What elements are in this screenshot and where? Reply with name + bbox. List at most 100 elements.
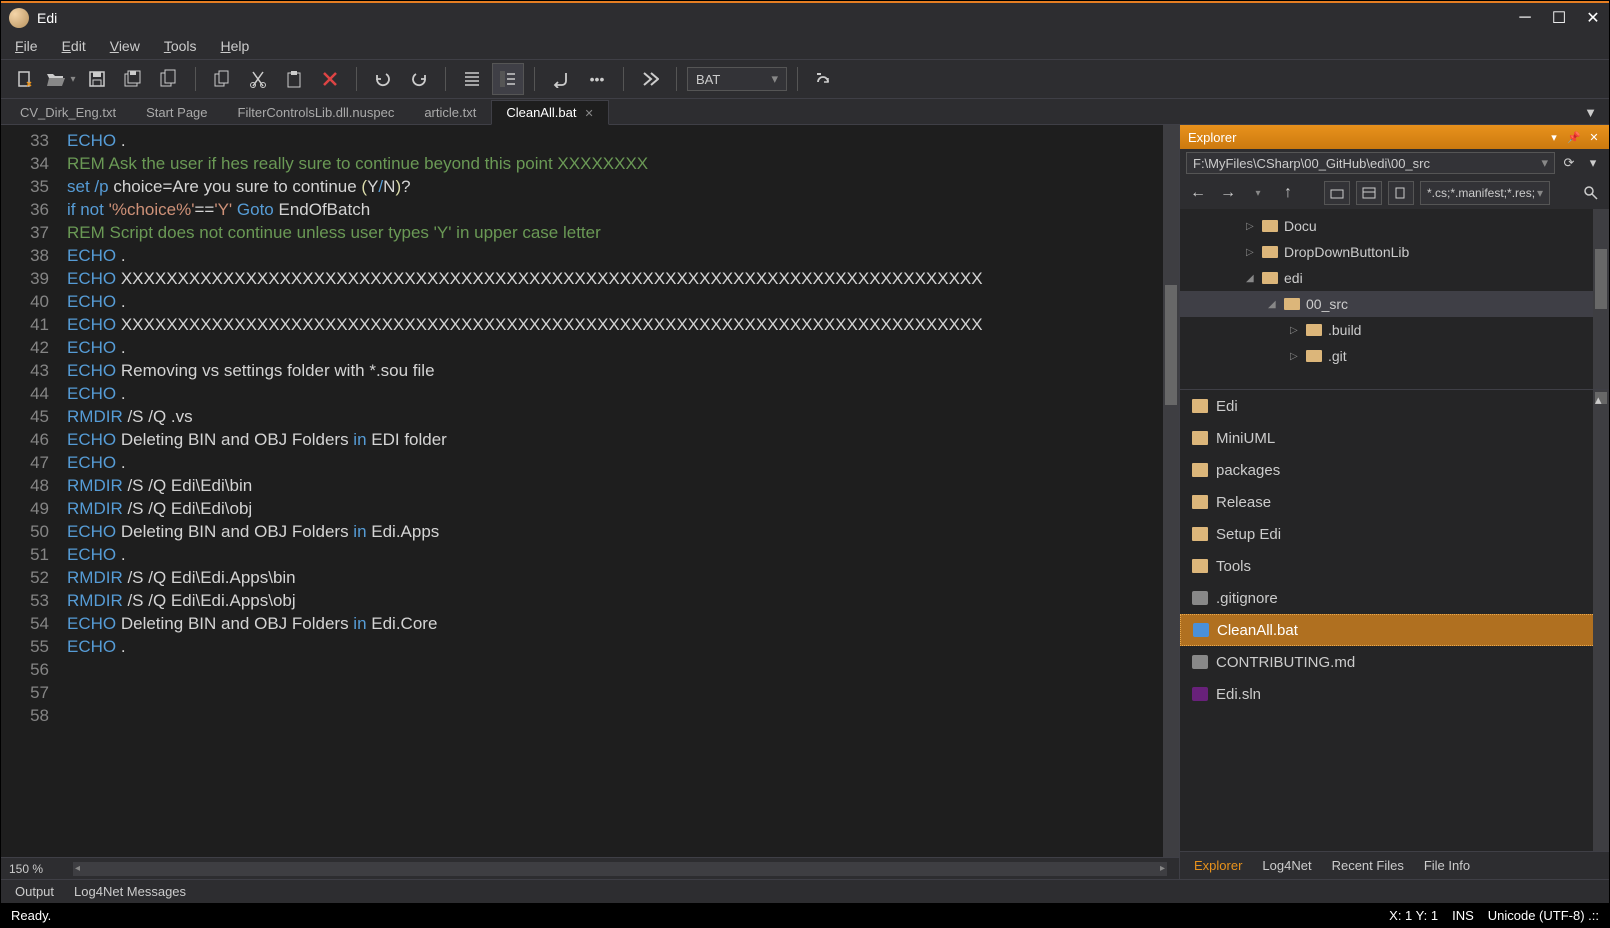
tree-label: .build xyxy=(1328,322,1361,338)
cut-button[interactable] xyxy=(242,63,274,95)
path-dropdown-icon[interactable]: ▾ xyxy=(1583,153,1603,173)
editor-vscrollbar[interactable] xyxy=(1163,125,1179,857)
copy-button[interactable] xyxy=(206,63,238,95)
file-item-setup-edi[interactable]: Setup Edi xyxy=(1180,518,1609,550)
wordwrap-button[interactable] xyxy=(545,63,577,95)
tree-item-edi[interactable]: ◢edi xyxy=(1180,265,1609,291)
forward-button[interactable]: → xyxy=(1216,181,1240,205)
redo-button[interactable] xyxy=(403,63,435,95)
close-button[interactable]: ✕ xyxy=(1585,10,1601,26)
save-button[interactable] xyxy=(81,63,113,95)
panel-tab-recent-files[interactable]: Recent Files xyxy=(1322,854,1414,877)
new-file-button[interactable] xyxy=(9,63,41,95)
path-input[interactable]: F:\MyFiles\CSharp\00_GitHub\edi\00_src xyxy=(1186,152,1555,174)
maximize-button[interactable]: ☐ xyxy=(1551,10,1567,26)
bottom-tab-log4net-messages[interactable]: Log4Net Messages xyxy=(64,881,196,902)
panel-tab-explorer[interactable]: Explorer xyxy=(1184,854,1252,877)
editor-body[interactable]: 3334353637383940414243444546474849505152… xyxy=(1,125,1179,857)
delete-button[interactable] xyxy=(314,63,346,95)
view-folder-button[interactable] xyxy=(1324,181,1350,205)
toolbar-separator xyxy=(676,67,677,91)
document-tabs: CV_Dirk_Eng.txtStart PageFilterControlsL… xyxy=(1,99,1609,125)
expander-icon[interactable]: ▷ xyxy=(1290,351,1302,362)
toggle-button[interactable] xyxy=(808,63,840,95)
file-item-edi[interactable]: Edi xyxy=(1180,390,1609,422)
close-panel-icon[interactable]: ✕ xyxy=(1587,130,1601,144)
file-item-release[interactable]: Release xyxy=(1180,486,1609,518)
menu-tools[interactable]: Tools xyxy=(154,35,207,57)
justify-button[interactable] xyxy=(456,63,488,95)
copy-file-button[interactable] xyxy=(153,63,185,95)
dropdown-icon[interactable]: ▾ xyxy=(1547,130,1561,144)
minimize-button[interactable]: ─ xyxy=(1517,10,1533,26)
file-icon xyxy=(1192,655,1208,669)
tab-cleanall-bat[interactable]: CleanAll.bat✕ xyxy=(491,100,608,125)
zoom-level[interactable]: 150 % xyxy=(9,862,69,876)
file-item-cleanall-bat[interactable]: CleanAll.bat xyxy=(1180,614,1609,646)
expander-icon[interactable]: ▷ xyxy=(1290,325,1302,336)
editor-hscrollbar[interactable] xyxy=(73,862,1167,876)
panel-tab-file-info[interactable]: File Info xyxy=(1414,854,1480,877)
tree-item-00-src[interactable]: ◢00_src xyxy=(1180,291,1609,317)
file-item-packages[interactable]: packages xyxy=(1180,454,1609,486)
folder-icon xyxy=(1262,220,1278,232)
file-item-contributing-md[interactable]: CONTRIBUTING.md xyxy=(1180,646,1609,678)
expander-icon[interactable]: ▷ xyxy=(1246,247,1258,258)
tab-start-page[interactable]: Start Page xyxy=(131,100,222,124)
menu-view[interactable]: View xyxy=(100,35,150,57)
run-button[interactable] xyxy=(634,63,666,95)
tree-label: DropDownButtonLib xyxy=(1284,244,1409,260)
tree-item--git[interactable]: ▷.git xyxy=(1180,343,1609,369)
tree-vscrollbar[interactable] xyxy=(1593,209,1609,389)
expander-icon[interactable]: ▷ xyxy=(1246,221,1258,232)
code-area[interactable]: ECHO .REM Ask the user if hes really sur… xyxy=(61,125,1163,857)
refresh-icon[interactable]: ⟳ xyxy=(1559,153,1579,173)
filelist-vscrollbar[interactable]: ▴ xyxy=(1593,390,1609,851)
undo-button[interactable] xyxy=(367,63,399,95)
paste-button[interactable] xyxy=(278,63,310,95)
file-item-tools[interactable]: Tools xyxy=(1180,550,1609,582)
folder-tree[interactable]: ▷Docu▷DropDownButtonLib◢edi◢00_src▷.buil… xyxy=(1180,209,1609,389)
language-combo[interactable]: BAT xyxy=(687,67,787,91)
menubar: FileEditViewToolsHelp xyxy=(1,33,1609,59)
pin-icon[interactable]: 📌 xyxy=(1567,130,1581,144)
tab-filtercontrolslib-dll-nuspec[interactable]: FilterControlsLib.dll.nuspec xyxy=(223,100,410,124)
titlebar: Edi ─ ☐ ✕ xyxy=(1,1,1609,33)
tree-item--build[interactable]: ▷ .build xyxy=(1180,317,1609,343)
expander-icon[interactable]: ◢ xyxy=(1246,273,1258,284)
tree-item-dropdownbuttonlib[interactable]: ▷ DropDownButtonLib xyxy=(1180,239,1609,265)
toolbar-separator xyxy=(534,67,535,91)
file-item-edi-sln[interactable]: Edi.sln xyxy=(1180,678,1609,710)
save-all-button[interactable] xyxy=(117,63,149,95)
back-button[interactable]: ← xyxy=(1186,181,1210,205)
search-icon[interactable] xyxy=(1579,181,1603,205)
menu-edit[interactable]: Edit xyxy=(52,35,96,57)
tab-close-icon[interactable]: ✕ xyxy=(584,108,593,120)
view-list-button[interactable] xyxy=(1356,181,1382,205)
folder-icon xyxy=(1192,463,1208,477)
filter-combo[interactable]: *.cs;*.manifest;*.res; xyxy=(1420,181,1550,205)
explorer-header[interactable]: Explorer ▾ 📌 ✕ xyxy=(1180,125,1609,149)
status-insert: INS xyxy=(1452,908,1474,923)
open-button[interactable]: ▾ xyxy=(45,63,77,95)
view-details-button[interactable] xyxy=(1388,181,1414,205)
file-item--gitignore[interactable]: .gitignore xyxy=(1180,582,1609,614)
panel-tab-log4net[interactable]: Log4Net xyxy=(1252,854,1321,877)
line-numbers-button[interactable] xyxy=(492,63,524,95)
more-button[interactable]: ••• xyxy=(581,63,613,95)
tree-item-docu[interactable]: ▷Docu xyxy=(1180,213,1609,239)
menu-help[interactable]: Help xyxy=(211,35,260,57)
tab-article-txt[interactable]: article.txt xyxy=(409,100,491,124)
toolbar-separator xyxy=(445,67,446,91)
file-list[interactable]: EdiMiniUML packages ReleaseSetup EdiTools.… xyxy=(1180,389,1609,851)
menu-file[interactable]: File xyxy=(5,35,48,57)
file-label: packages xyxy=(1216,462,1280,479)
file-item-miniuml[interactable]: MiniUML xyxy=(1180,422,1609,454)
bottom-tab-output[interactable]: Output xyxy=(5,881,64,902)
expander-icon[interactable]: ◢ xyxy=(1268,299,1280,310)
window-controls: ─ ☐ ✕ xyxy=(1517,10,1601,26)
history-dropdown[interactable]: ▾ xyxy=(1246,181,1270,205)
tab-cv-dirk-eng-txt[interactable]: CV_Dirk_Eng.txt xyxy=(5,100,131,124)
tab-overflow-button[interactable]: ▼ xyxy=(1576,101,1605,124)
up-button[interactable]: ↑ xyxy=(1276,181,1300,205)
